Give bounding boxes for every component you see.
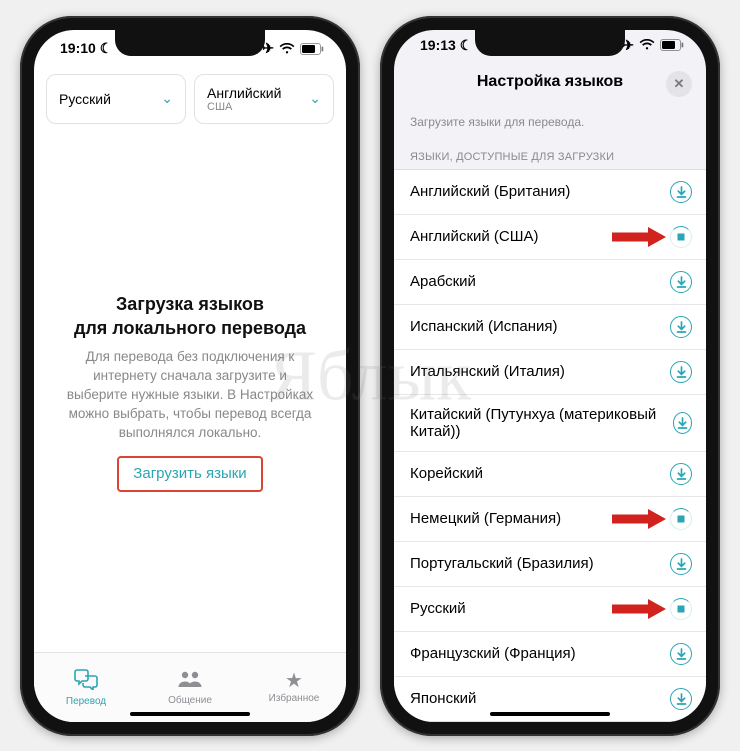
status-time: 19:13 ☾ <box>420 37 472 54</box>
source-language-button[interactable]: Русский ⌄ <box>46 74 186 125</box>
chevron-down-icon: ⌄ <box>161 90 173 107</box>
language-row[interactable]: Корейский <box>394 452 706 497</box>
people-icon <box>177 669 203 693</box>
moon-icon: ☾ <box>460 37 473 53</box>
home-indicator[interactable] <box>130 712 250 716</box>
tab-label: Перевод <box>66 696 106 707</box>
moon-icon: ☾ <box>100 40 113 56</box>
language-name: Испанский (Испания) <box>410 318 558 335</box>
sheet-title: Настройка языков <box>477 73 623 91</box>
download-icon[interactable] <box>670 688 692 710</box>
section-header: ЯЗЫКИ, ДОСТУПНЫЕ ДЛЯ ЗАГРУЗКИ <box>394 135 706 169</box>
download-icon[interactable] <box>670 181 692 203</box>
language-name: Португальский (Бразилия) <box>410 555 594 572</box>
tab-label: Общение <box>168 695 212 706</box>
download-icon[interactable] <box>673 412 692 434</box>
language-row[interactable]: Немецкий (Германия) <box>394 497 706 542</box>
language-list: Английский (Британия) Английский (США) Ара… <box>394 169 706 722</box>
download-icon[interactable] <box>670 553 692 575</box>
language-name: Арабский <box>410 273 476 290</box>
empty-state: Загрузка языков для локального перевода … <box>34 134 346 651</box>
notch <box>475 30 625 56</box>
battery-icon <box>660 39 684 51</box>
home-indicator[interactable] <box>490 712 610 716</box>
annotation-arrow <box>610 598 666 620</box>
wifi-icon <box>279 43 295 55</box>
loading-stop-icon[interactable] <box>670 226 692 248</box>
star-icon: ★ <box>285 671 303 691</box>
language-name: Английский (Британия) <box>410 183 570 200</box>
tab-label: Избранное <box>269 693 320 704</box>
download-icon[interactable] <box>670 643 692 665</box>
download-icon[interactable] <box>670 316 692 338</box>
loading-stop-icon[interactable] <box>670 508 692 530</box>
loading-stop-icon[interactable] <box>670 598 692 620</box>
phone-right: 19:13 ☾ ✈ Настройка языков ✕ Загрузит <box>380 16 720 736</box>
language-row[interactable]: Итальянский (Италия) <box>394 350 706 395</box>
language-row[interactable]: Китайский (Путунхуа (материковый Китай)) <box>394 395 706 452</box>
language-row[interactable]: Арабский <box>394 260 706 305</box>
language-name: Японский <box>410 690 476 707</box>
language-row[interactable]: Французский (Франция) <box>394 632 706 677</box>
download-icon[interactable] <box>670 271 692 293</box>
tab-favorites[interactable]: ★ Избранное <box>242 653 346 722</box>
language-row[interactable]: Испанский (Испания) <box>394 305 706 350</box>
sheet-helper-text: Загрузите языки для перевода. <box>394 101 706 135</box>
empty-description: Для перевода без подключения к интернету… <box>62 348 318 442</box>
annotation-arrow <box>610 508 666 530</box>
close-button[interactable]: ✕ <box>666 71 692 97</box>
language-name: Китайский (Путунхуа (материковый Китай)) <box>410 406 673 440</box>
download-icon[interactable] <box>670 361 692 383</box>
download-languages-button[interactable]: Загрузить языки <box>133 465 246 482</box>
language-row[interactable]: Английский (США) <box>394 215 706 260</box>
language-name: Немецкий (Германия) <box>410 510 561 527</box>
wifi-icon <box>639 39 655 51</box>
phone-left: 19:10 ☾ ✈ Русский ⌄ <box>20 16 360 736</box>
chevron-down-icon: ⌄ <box>309 90 321 107</box>
annotation-arrow <box>610 226 666 248</box>
target-language-button[interactable]: Английский США ⌄ <box>194 74 334 125</box>
language-picker-row: Русский ⌄ Английский США ⌄ <box>34 68 346 135</box>
close-icon: ✕ <box>674 76 685 92</box>
language-name: Корейский <box>410 465 483 482</box>
target-language-label: Английский США <box>207 85 281 114</box>
language-name: Английский (США) <box>410 228 539 245</box>
language-row[interactable]: Английский (Британия) <box>394 170 706 215</box>
translate-icon <box>74 668 98 694</box>
highlight-box: Загрузить языки <box>117 456 262 492</box>
empty-title: Загрузка языков для локального перевода <box>74 293 306 340</box>
language-row[interactable]: Португальский (Бразилия) <box>394 542 706 587</box>
language-name: Французский (Франция) <box>410 645 576 662</box>
source-language-label: Русский <box>59 91 111 107</box>
tab-translate[interactable]: Перевод <box>34 653 138 722</box>
status-time: 19:10 ☾ <box>60 40 112 57</box>
download-icon[interactable] <box>670 463 692 485</box>
language-name: Русский <box>410 600 466 617</box>
language-name: Итальянский (Италия) <box>410 363 565 380</box>
language-row[interactable]: Русский <box>394 587 706 632</box>
notch <box>115 30 265 56</box>
battery-icon <box>300 43 324 55</box>
sheet-header: Настройка языков ✕ <box>394 61 706 101</box>
